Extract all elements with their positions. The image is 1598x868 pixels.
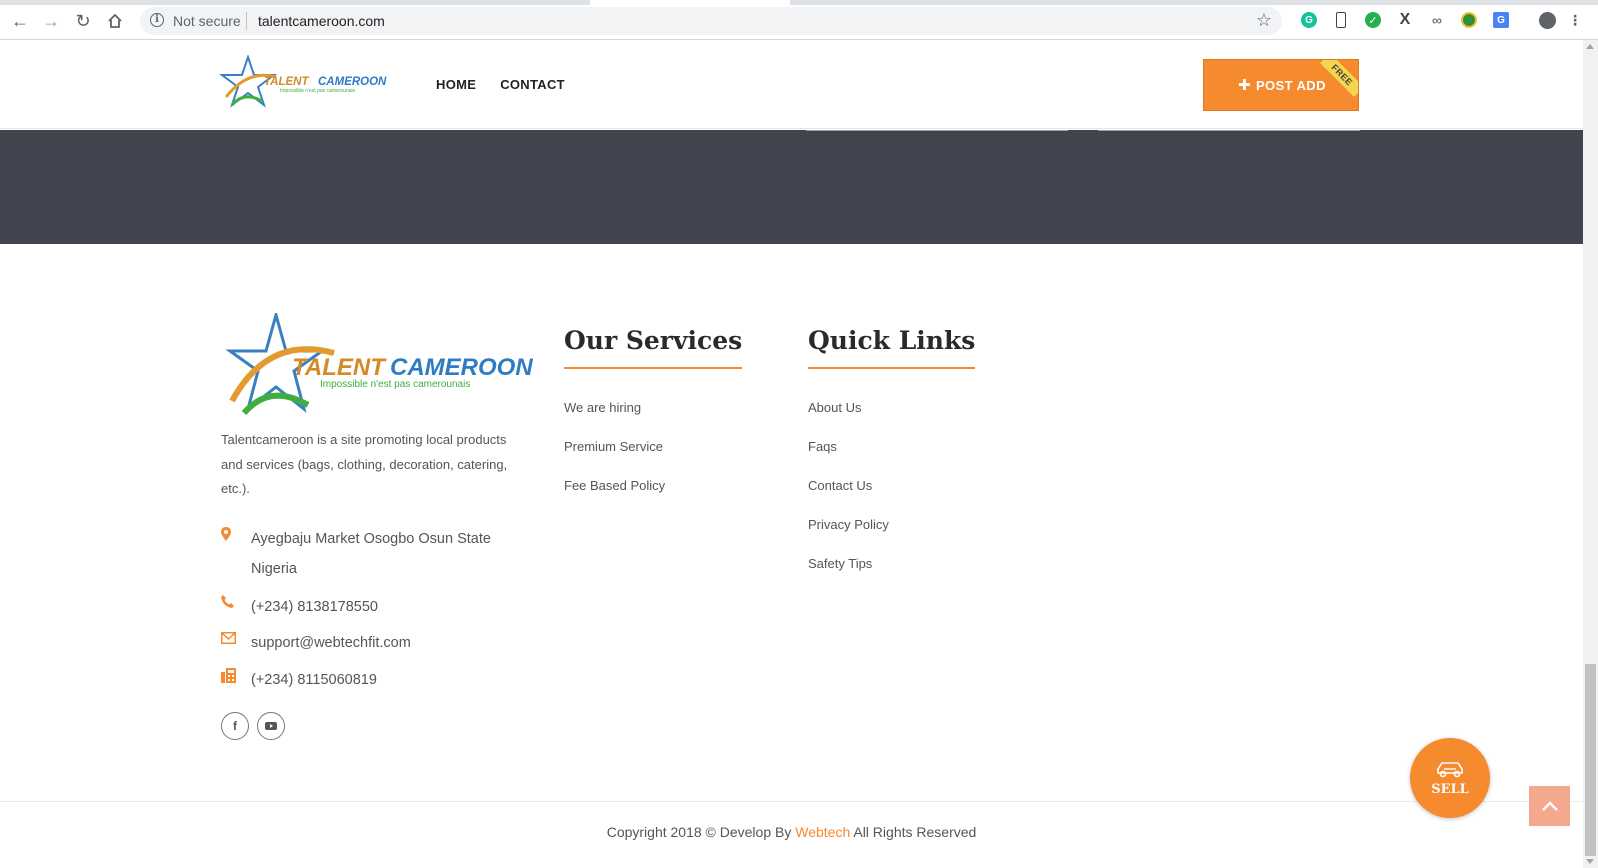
quick-links-column: Quick Links About Us Faqs Contact Us Pri… [808, 326, 976, 595]
scrollbar-thumb[interactable] [1585, 664, 1596, 856]
security-label[interactable]: Not secure [173, 13, 241, 29]
check-icon[interactable]: ✓ [1364, 11, 1382, 29]
svg-text:CAMEROON: CAMEROON [318, 76, 387, 88]
form-field-underline [806, 130, 1068, 131]
quick-links-heading: Quick Links [808, 326, 976, 369]
back-icon[interactable]: ← [9, 10, 31, 32]
url-text[interactable]: talentcameroon.com [258, 13, 385, 29]
email-item: support@webtechfit.com [221, 628, 521, 658]
translate-icon[interactable]: G [1492, 11, 1510, 29]
info-icon[interactable]: i [150, 13, 164, 27]
quick-link-privacy[interactable]: Privacy Policy [808, 517, 975, 556]
omnibox-separator [246, 12, 247, 30]
services-link-premium[interactable]: Premium Service [564, 439, 742, 478]
svg-text:TALENT: TALENT [264, 76, 309, 88]
browser-toolbar: ← → ↻ i Not secure talentcameroon.com ☆ … [0, 0, 1598, 40]
tab-strip [0, 0, 1598, 5]
services-link-fee-policy[interactable]: Fee Based Policy [564, 478, 742, 517]
facebook-icon[interactable]: f [221, 712, 249, 740]
footer-logo-tagline: Impossible n'est pas camerounais [320, 379, 470, 390]
quick-link-about[interactable]: About Us [808, 400, 975, 439]
quick-links-list: About Us Faqs Contact Us Privacy Policy … [808, 400, 975, 595]
phone-text[interactable]: (+234) 8138178550 [251, 592, 378, 622]
footer-logo-left-text: TALENT [292, 354, 387, 381]
quick-link-contact[interactable]: Contact Us [808, 478, 975, 517]
services-heading: Our Services [564, 326, 743, 369]
quick-link-faqs[interactable]: Faqs [808, 439, 975, 478]
copyright-suffix: All Rights Reserved [853, 824, 977, 840]
post-add-label: POST ADD [1255, 77, 1326, 93]
account-icon[interactable] [1538, 11, 1556, 29]
copyright-prefix: Copyright 2018 © Develop By [606, 824, 792, 840]
sell-label: SELL [1431, 782, 1469, 797]
page-scrollbar[interactable] [1583, 40, 1598, 868]
link-extension-icon[interactable]: ∞ [1428, 11, 1446, 29]
home-icon[interactable] [104, 10, 126, 32]
fax-icon [221, 665, 251, 695]
footer-logo[interactable]: TALENT CAMEROON Impossible n'est pas cam… [218, 309, 536, 425]
svg-text:Impossible n'est pas camerouna: Impossible n'est pas camerounais [280, 88, 356, 94]
services-list: We are hiring Premium Service Fee Based … [564, 400, 742, 517]
menu-home-link[interactable]: HOME [436, 77, 476, 92]
fax-item: (+234) 8115060819 [221, 665, 521, 695]
active-tab[interactable] [590, 0, 790, 5]
x-extension-icon[interactable]: X [1396, 11, 1414, 29]
services-column: Our Services We are hiring Premium Servi… [564, 326, 743, 517]
free-ribbon: FREE [1320, 60, 1358, 97]
youtube-icon[interactable] [257, 712, 285, 740]
phone-item: (+234) 8138178550 [221, 592, 521, 622]
reload-icon[interactable]: ↻ [72, 10, 94, 32]
chevron-up-icon [1541, 801, 1558, 811]
copyright: Copyright 2018 © Develop By Webtech All … [0, 824, 1583, 840]
envelope-icon [221, 628, 251, 658]
car-icon [1437, 762, 1463, 778]
scroll-up-arrow[interactable] [1586, 44, 1594, 49]
bookmark-star-icon[interactable]: ☆ [1256, 10, 1272, 31]
copyright-brand-link[interactable]: Webtech [795, 824, 850, 840]
address-bar[interactable]: i Not secure talentcameroon.com ☆ [140, 7, 1282, 35]
main-menu: HOME CONTACT [436, 77, 565, 92]
globe-extension-icon[interactable] [1460, 11, 1478, 29]
about-text: Talentcameroon is a site promoting local… [221, 432, 508, 496]
address-text: Ayegbaju Market Osogbo Osun State Nigeri… [251, 531, 491, 577]
footer-logo-right-text: CAMEROON [390, 354, 533, 381]
social-links: f [221, 712, 285, 740]
mobile-icon[interactable] [1332, 11, 1350, 29]
menu-contact-link[interactable]: CONTACT [500, 77, 565, 92]
footer-divider [0, 801, 1583, 802]
menu-dots-icon[interactable]: ⋮ [1566, 11, 1584, 29]
form-field-underline [1098, 130, 1360, 131]
fax-text: (+234) 8115060819 [251, 672, 377, 688]
forward-icon[interactable]: → [40, 10, 62, 32]
dark-banner [0, 130, 1583, 244]
grammarly-icon[interactable]: G [1300, 11, 1318, 29]
post-add-button[interactable]: ✚ POST ADD FREE [1203, 59, 1359, 111]
address-item: Ayegbaju Market Osogbo Osun State Nigeri… [221, 524, 521, 584]
site-header: TALENT CAMEROON Impossible n'est pas cam… [0, 41, 1583, 129]
sell-button[interactable]: SELL [1410, 738, 1490, 818]
map-pin-icon [221, 524, 251, 584]
quick-link-safety[interactable]: Safety Tips [808, 556, 975, 595]
services-link-hiring[interactable]: We are hiring [564, 400, 742, 439]
header-logo[interactable]: TALENT CAMEROON Impossible n'est pas cam… [218, 53, 408, 109]
email-text[interactable]: support@webtechfit.com [251, 628, 411, 658]
scroll-down-arrow[interactable] [1586, 859, 1594, 864]
plus-icon: ✚ [1238, 77, 1251, 94]
back-to-top-button[interactable] [1529, 786, 1570, 826]
phone-icon [221, 592, 251, 622]
